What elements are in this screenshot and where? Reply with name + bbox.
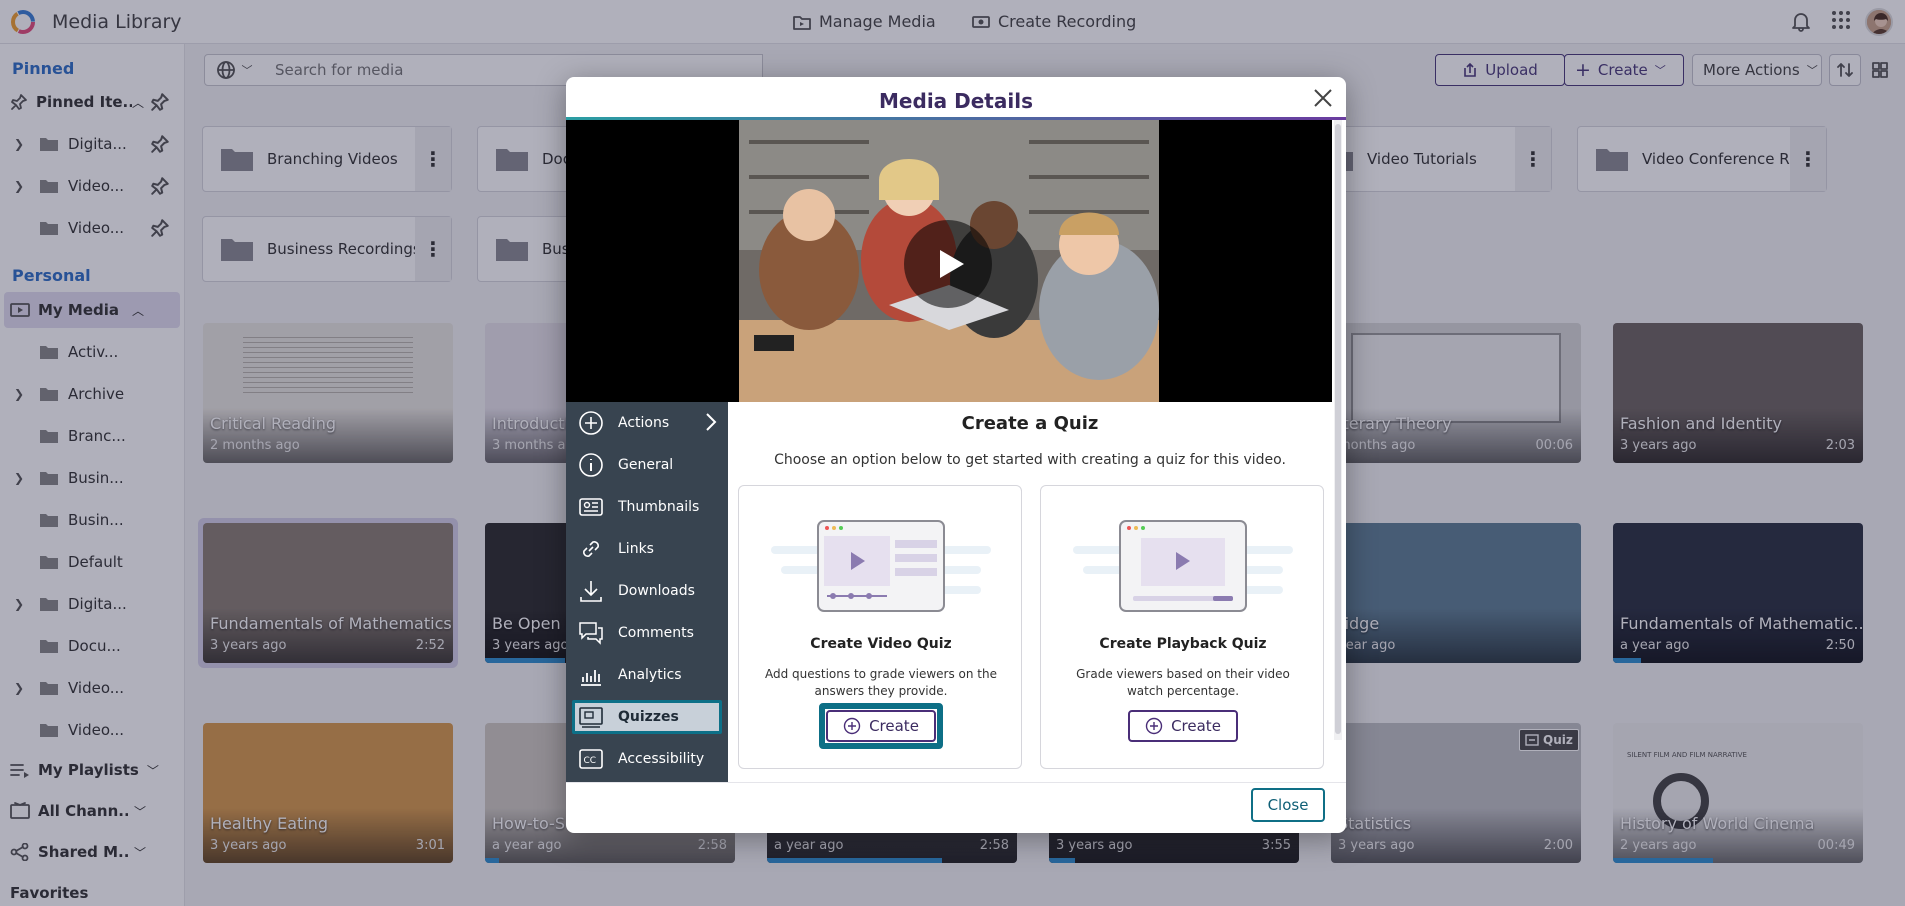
analytics-icon <box>581 670 601 686</box>
tab-downloads[interactable]: Downloads <box>566 570 728 612</box>
video-quiz-title: Create Video Quiz <box>810 636 952 652</box>
tab-links[interactable]: Links <box>566 528 728 570</box>
modal-title: Media Details <box>879 89 1033 113</box>
info-icon <box>579 453 603 477</box>
quiz-section-title: Create a Quiz <box>961 413 1099 434</box>
plus-circle-icon <box>1145 717 1163 735</box>
playback-quiz-illustration <box>1073 520 1293 612</box>
tab-label: Analytics <box>618 667 682 683</box>
playback-quiz-card: Create Playback Quiz Grade viewers based… <box>1040 485 1324 769</box>
tab-label: Quizzes <box>618 709 679 725</box>
quiz-section-description: Choose an option below to get started wi… <box>774 452 1286 468</box>
create-video-quiz-button[interactable]: Create <box>826 710 936 742</box>
tab-label: Comments <box>618 625 694 641</box>
play-icon[interactable] <box>904 220 992 308</box>
tab-comments[interactable]: Comments <box>566 612 728 654</box>
plus-circle-icon <box>579 411 603 435</box>
tab-accessibility[interactable]: CC Accessibility <box>566 738 728 780</box>
tab-label: Actions <box>618 415 670 431</box>
chevron-right-icon <box>704 412 718 432</box>
close-icon[interactable] <box>1312 87 1334 109</box>
video-quiz-card: Create Video Quiz Add questions to grade… <box>738 485 1022 769</box>
modal-close-button[interactable]: Close <box>1251 788 1325 822</box>
tab-label: General <box>618 457 674 473</box>
footer-divider <box>566 782 1346 783</box>
tab-quizzes[interactable]: Quizzes <box>566 696 728 738</box>
tab-analytics[interactable]: Analytics <box>566 654 728 696</box>
svg-text:CC: CC <box>584 756 597 766</box>
quiz-icon <box>579 707 603 728</box>
tab-label: Downloads <box>618 583 695 599</box>
link-icon <box>583 541 599 557</box>
tab-label: Thumbnails <box>618 499 700 515</box>
closed-captions-icon: CC <box>579 749 603 769</box>
tab-label: Accessibility <box>618 751 705 767</box>
plus-circle-icon <box>843 717 861 735</box>
comments-icon <box>579 622 603 645</box>
video-quiz-illustration <box>771 520 991 612</box>
playback-quiz-title: Create Playback Quiz <box>1099 636 1267 652</box>
media-details-modal: Media Details Actions General Thumbnails… <box>566 77 1346 833</box>
video-quiz-description: Add questions to grade viewers on the an… <box>764 667 997 698</box>
tab-actions[interactable]: Actions <box>566 402 728 444</box>
video-player[interactable] <box>566 120 1332 402</box>
tab-label: Links <box>618 541 654 557</box>
create-playback-quiz-button[interactable]: Create <box>1128 710 1238 742</box>
modal-scrollbar[interactable] <box>1334 120 1342 740</box>
thumbnails-icon <box>579 498 603 516</box>
download-icon <box>580 581 602 602</box>
playback-quiz-description: Grade viewers based on their video watch… <box>1076 667 1290 698</box>
create-video-quiz-label: Create <box>869 717 919 735</box>
tab-thumbnails[interactable]: Thumbnails <box>566 486 728 528</box>
create-playback-quiz-label: Create <box>1171 717 1221 735</box>
tab-general[interactable]: General <box>566 444 728 486</box>
details-tabs: Actions General Thumbnails Links Downloa… <box>566 402 728 782</box>
